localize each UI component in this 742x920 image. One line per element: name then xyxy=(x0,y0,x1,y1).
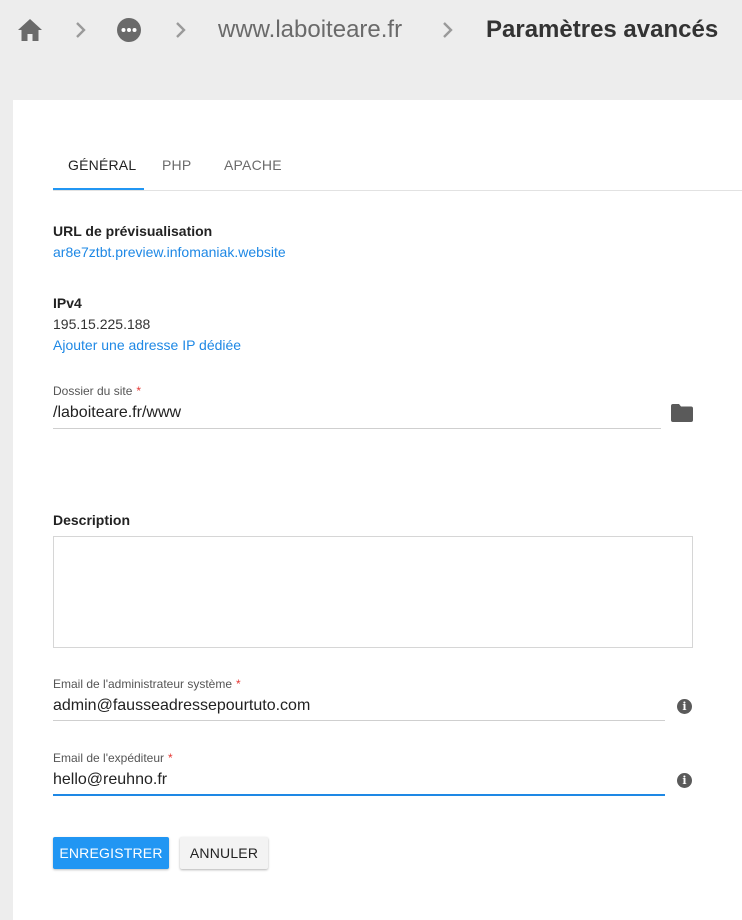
settings-card: GÉNÉRAL PHP APACHE URL de prévisualisati… xyxy=(13,100,742,920)
admin-email-underline xyxy=(53,720,665,721)
site-folder-label: Dossier du site * xyxy=(53,384,141,398)
site-folder-label-text: Dossier du site xyxy=(53,384,133,398)
description-label: Description xyxy=(53,512,131,528)
tab-php[interactable]: PHP xyxy=(162,148,191,190)
preview-url-label: URL de prévisualisation xyxy=(53,223,213,239)
folder-icon[interactable] xyxy=(671,404,693,427)
home-link[interactable] xyxy=(17,0,43,60)
required-mark: * xyxy=(168,751,173,765)
chevron-right-icon xyxy=(442,0,454,60)
sender-email-label: Email de l'expéditeur * xyxy=(53,751,173,765)
active-tab-indicator xyxy=(53,188,144,190)
page-title: Paramètres avancés xyxy=(486,16,719,43)
save-button[interactable]: ENREGISTRER xyxy=(53,837,169,869)
tab-bar: GÉNÉRAL PHP APACHE xyxy=(53,148,742,191)
ipv4-label: IPv4 xyxy=(53,295,82,311)
required-mark: * xyxy=(236,677,241,691)
more-link[interactable] xyxy=(117,0,141,60)
admin-email-input[interactable] xyxy=(53,694,665,718)
admin-email-label: Email de l'administrateur système * xyxy=(53,677,241,691)
info-icon[interactable]: i xyxy=(677,699,692,714)
description-textarea[interactable] xyxy=(53,536,693,648)
tab-apache[interactable]: APACHE xyxy=(224,148,282,190)
tab-general[interactable]: GÉNÉRAL xyxy=(68,148,136,190)
admin-email-label-text: Email de l'administrateur système xyxy=(53,677,233,691)
required-mark: * xyxy=(136,384,142,398)
chevron-right-icon xyxy=(75,0,87,60)
site-folder-underline xyxy=(53,428,661,429)
ipv4-value: 195.15.225.188 xyxy=(53,316,151,332)
sender-email-label-text: Email de l'expéditeur xyxy=(53,751,165,765)
more-horizontal-icon xyxy=(117,18,141,42)
cancel-button[interactable]: ANNULER xyxy=(180,837,268,869)
home-icon xyxy=(18,19,42,41)
breadcrumb-site-link[interactable]: www.laboiteare.fr xyxy=(218,0,402,60)
sender-email-input[interactable] xyxy=(53,768,665,792)
breadcrumb: www.laboiteare.fr Paramètres avancés xyxy=(0,0,742,60)
info-icon[interactable]: i xyxy=(677,773,692,788)
site-folder-input[interactable] xyxy=(53,401,661,425)
sender-email-underline xyxy=(53,794,665,796)
preview-url-link[interactable]: ar8e7ztbt.preview.infomaniak.website xyxy=(53,244,286,260)
add-ip-link[interactable]: Ajouter une adresse IP dédiée xyxy=(53,337,241,353)
chevron-right-icon xyxy=(175,0,187,60)
